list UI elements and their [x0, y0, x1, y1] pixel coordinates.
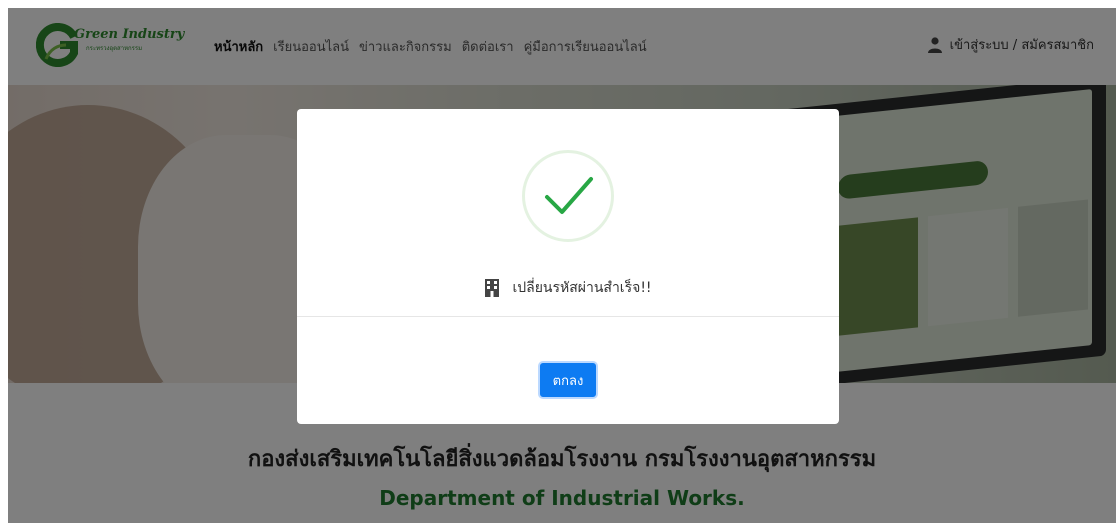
- ok-button[interactable]: ตกลง: [538, 361, 598, 399]
- modal-divider: [297, 316, 839, 317]
- success-modal: เปลี่ยนรหัสผ่านสำเร็จ!! ตกลง: [297, 109, 839, 424]
- building-icon: [485, 279, 500, 297]
- checkmark-icon: [545, 177, 593, 214]
- success-icon-circle: [522, 150, 614, 242]
- modal-message-row: เปลี่ยนรหัสผ่านสำเร็จ!!: [297, 277, 839, 299]
- modal-message: เปลี่ยนรหัสผ่านสำเร็จ!!: [512, 280, 652, 296]
- page: Green Industry กระทรวงอุตสาหกรรม หน้าหลั…: [8, 8, 1116, 523]
